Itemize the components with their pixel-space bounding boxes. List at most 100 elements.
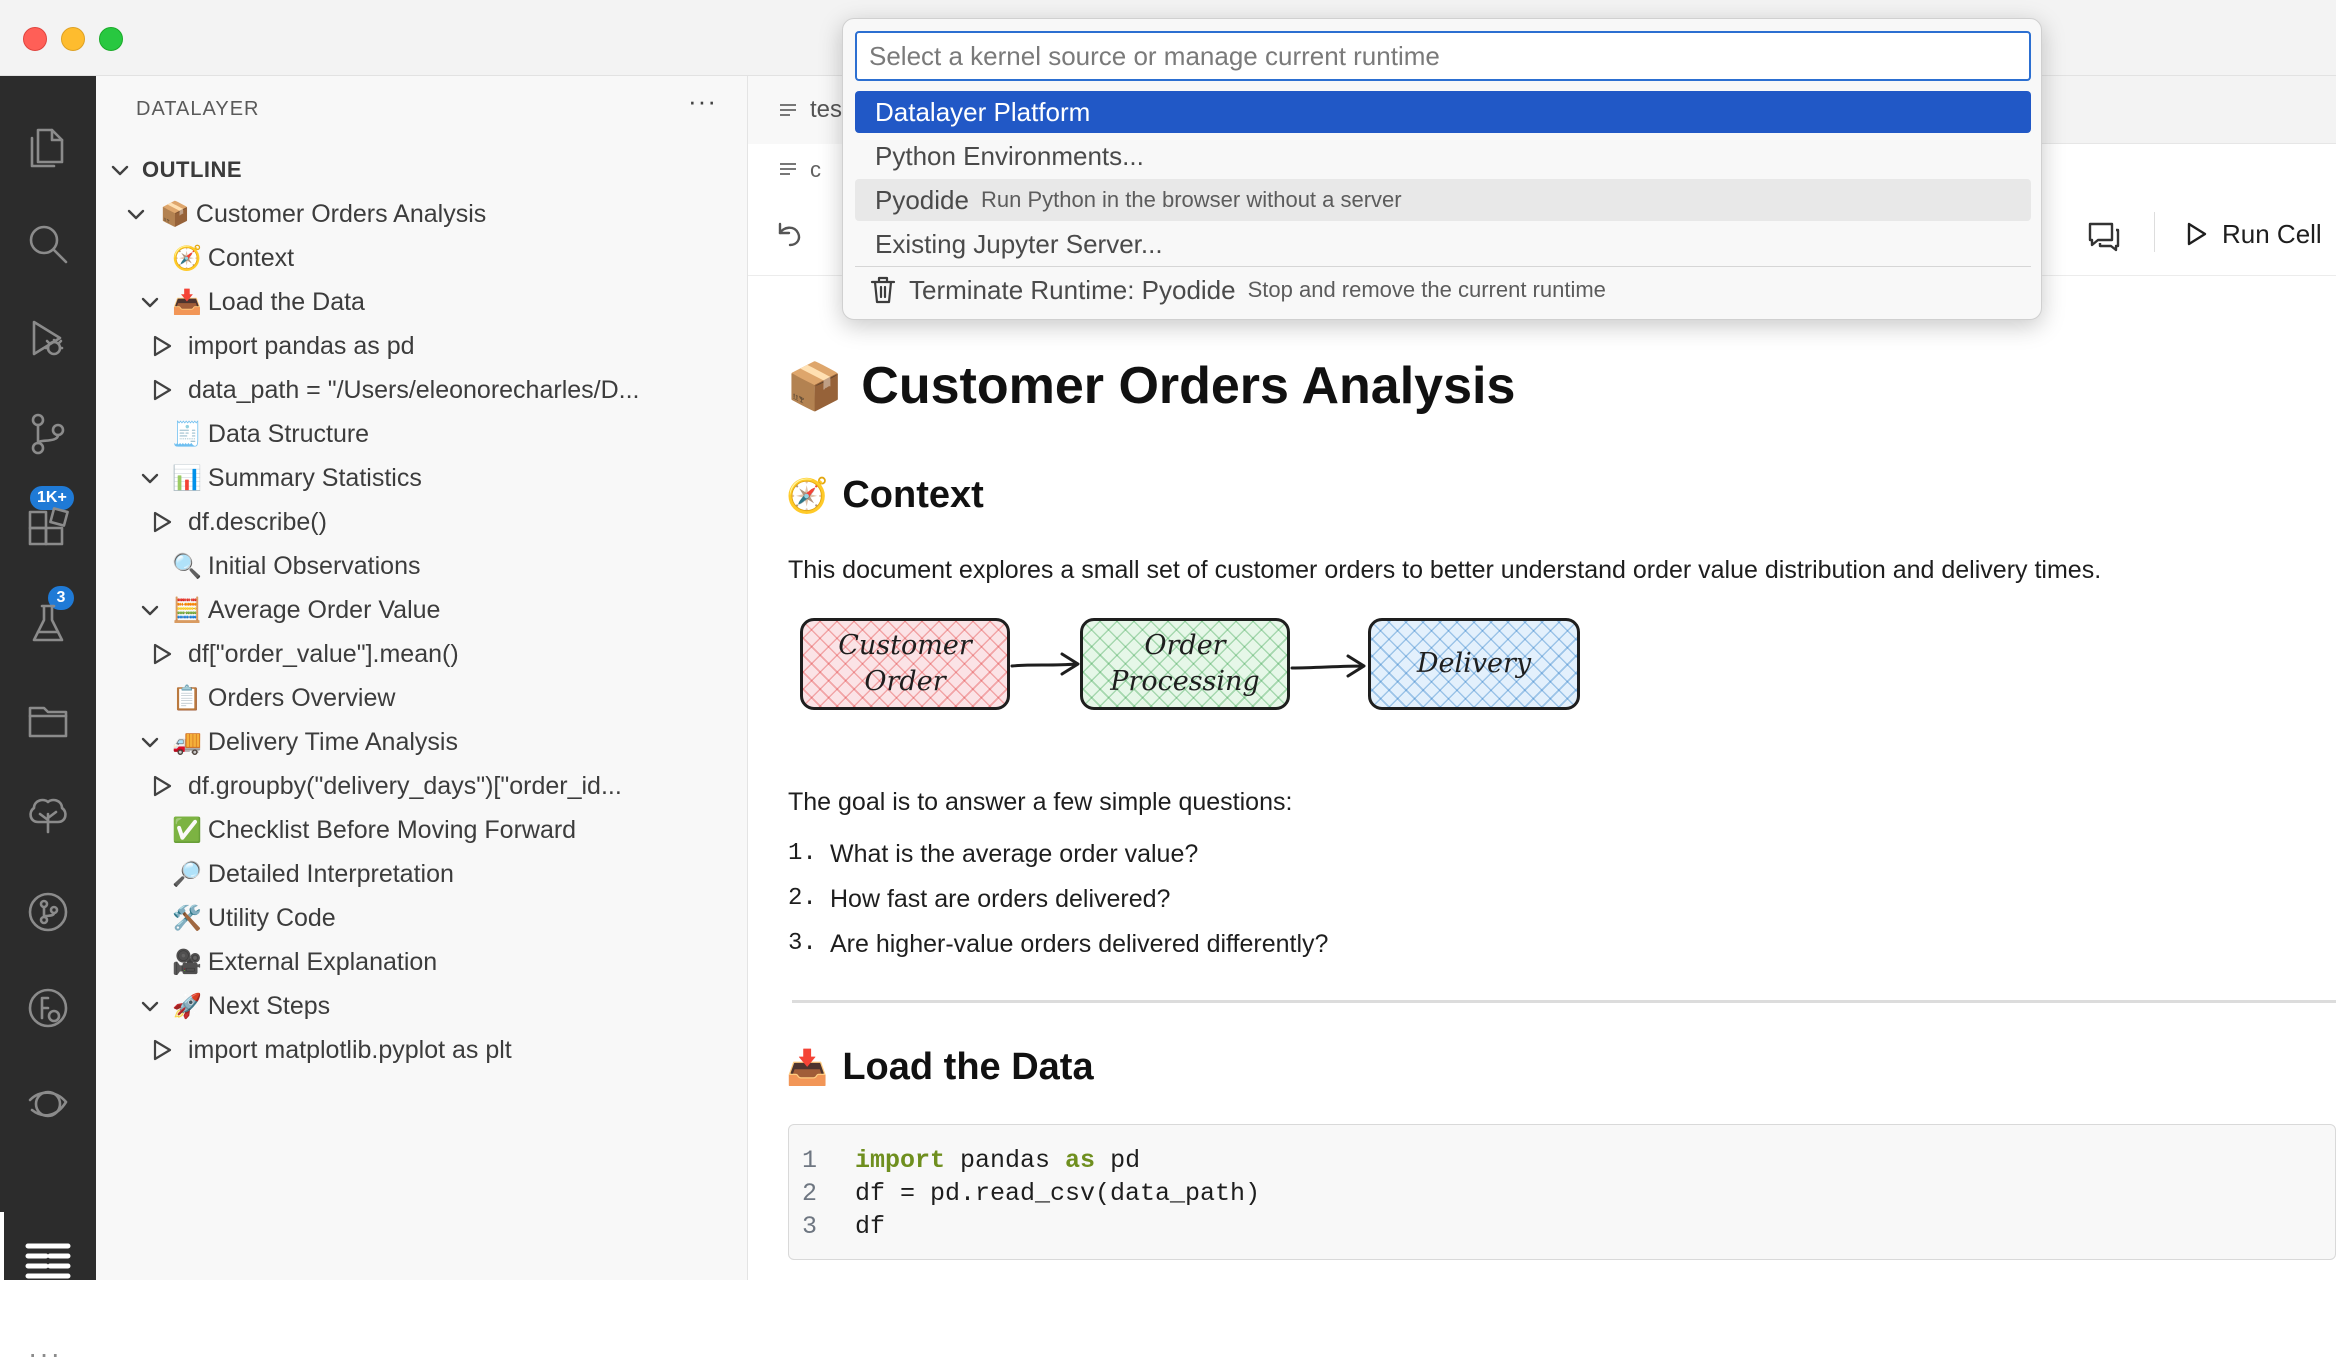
outline-item-external-explanation[interactable]: 🎥 External Explanation	[96, 940, 746, 984]
outline-item-customer-orders-analysis[interactable]: 📦 Customer Orders Analysis	[96, 192, 746, 236]
clipboard-emoji-icon: 📋	[172, 684, 202, 712]
outline-item-label: df.describe()	[188, 507, 327, 536]
search-icon[interactable]	[0, 196, 96, 292]
sidebar-more-button[interactable]: ···	[688, 86, 717, 117]
outline-item-label: import matplotlib.pyplot as plt	[188, 1035, 512, 1064]
run-cell-button[interactable]: Run Cell	[2182, 212, 2322, 256]
kernel-search-input[interactable]	[855, 31, 2031, 81]
outline-item-label: Summary Statistics	[207, 463, 422, 492]
magnifier-right-emoji-icon: 🔎	[172, 860, 202, 888]
truck-emoji-icon: 🚚	[172, 728, 202, 756]
outline-section-label: OUTLINE	[142, 157, 243, 182]
outline-item-label: import pandas as pd	[188, 331, 415, 360]
quick-pick-label: Datalayer Platform	[875, 96, 1091, 127]
package-emoji-icon: 📦	[786, 359, 844, 412]
code-text: pandas	[945, 1145, 1066, 1175]
workflow-diagram: Customer Order Order Processing Delivery	[800, 614, 1600, 724]
jupyter-icon[interactable]	[0, 1056, 96, 1152]
quick-pick-label: Pyodide	[875, 184, 969, 215]
tree-icon[interactable]	[0, 768, 96, 864]
outline-item-code-cell[interactable]: df.groupby("delivery_days")["order_id...	[96, 764, 746, 808]
kernel-quick-pick: Datalayer Platform Python Environments..…	[842, 18, 2042, 320]
extensions-icon[interactable]	[0, 482, 96, 578]
outline-item-code-cell[interactable]: import pandas as pd	[96, 324, 746, 368]
compass-emoji-icon: 🧭	[786, 476, 829, 515]
notebook-title: 📦 Customer Orders Analysis	[786, 356, 1515, 416]
outline-item-delivery-time-analysis[interactable]: 🚚 Delivery Time Analysis	[96, 720, 746, 764]
code-cell-editor[interactable]: 1 import pandas as pd 2 df = pd.read_csv…	[788, 1124, 2336, 1260]
outline-item-code-cell[interactable]: import matplotlib.pyplot as plt	[96, 1028, 746, 1072]
bar-chart-emoji-icon: 📊	[172, 464, 202, 492]
code-cell-play-icon	[148, 508, 176, 536]
code-line: 3 df	[789, 1209, 885, 1243]
list-text: Are higher-value orders delivered differ…	[830, 930, 1329, 958]
outline-item-checklist[interactable]: ✅ Checklist Before Moving Forward	[96, 808, 746, 852]
testing-flask-icon[interactable]	[0, 576, 96, 672]
tools-emoji-icon: 🛠️	[172, 904, 202, 932]
outline-item-summary-statistics[interactable]: 📊 Summary Statistics	[96, 456, 746, 500]
code-keyword: import	[855, 1145, 946, 1175]
undo-icon[interactable]	[770, 216, 806, 252]
source-control-icon[interactable]	[0, 386, 96, 482]
code-line: 2 df = pd.read_csv(data_path)	[789, 1176, 1260, 1210]
outline-item-data-structure[interactable]: 🧾 Data Structure	[96, 412, 746, 456]
notebook-title-text: Customer Orders Analysis	[861, 357, 1516, 415]
inbox-emoji-icon: 📥	[786, 1048, 829, 1087]
activity-bar: 1K+ 3 ···	[0, 76, 96, 1369]
abacus-emoji-icon: 🧮	[172, 596, 202, 624]
run-debug-icon[interactable]	[0, 290, 96, 386]
folder-icon[interactable]	[0, 672, 96, 768]
more-views-icon[interactable]: ···	[28, 1338, 62, 1370]
outline-item-initial-observations[interactable]: 🔍 Initial Observations	[96, 544, 746, 588]
window-maximize-button[interactable]	[99, 27, 123, 51]
outline-item-label: df.groupby("delivery_days")["order_id...	[188, 771, 622, 800]
camera-emoji-icon: 🎥	[172, 948, 202, 976]
receipt-emoji-icon: 🧾	[172, 420, 202, 448]
quick-pick-item-datalayer-platform[interactable]: Datalayer Platform	[855, 91, 2031, 133]
outline-item-detailed-interpretation[interactable]: 🔎 Detailed Interpretation	[96, 852, 746, 896]
outline-icon[interactable]	[0, 1212, 96, 1308]
list-number: 1.	[788, 840, 817, 867]
code-cell-play-icon	[148, 772, 176, 800]
outline-item-label: Utility Code	[207, 903, 336, 932]
outline-item-code-cell[interactable]: data_path = "/Users/eleonorecharles/D...	[96, 368, 746, 412]
run-cell-label: Run Cell	[2222, 218, 2322, 249]
window-close-button[interactable]	[23, 27, 47, 51]
package-emoji-icon: 📦	[160, 200, 190, 228]
quick-pick-item-python-environments[interactable]: Python Environments...	[855, 135, 2031, 177]
quick-pick-item-existing-jupyter-server[interactable]: Existing Jupyter Server...	[855, 223, 2031, 265]
remote-explorer-icon[interactable]	[0, 960, 96, 1056]
outline-item-code-cell[interactable]: df.describe()	[96, 500, 746, 544]
chevron-down-icon	[136, 992, 164, 1020]
outline-item-context[interactable]: 🧭 Context	[96, 236, 746, 280]
window-minimize-button[interactable]	[61, 27, 85, 51]
toolbar-separator	[2154, 212, 2155, 252]
line-number: 3	[801, 1211, 817, 1241]
inbox-emoji-icon: 📥	[172, 288, 202, 316]
outline-item-next-steps[interactable]: 🚀 Next Steps	[96, 984, 746, 1028]
outline-item-code-cell[interactable]: df["order_value"].mean()	[96, 632, 746, 676]
git-graph-icon[interactable]	[0, 864, 96, 960]
goal-paragraph: The goal is to answer a few simple quest…	[788, 788, 1293, 816]
quick-pick-item-pyodide[interactable]: Pyodide Run Python in the browser withou…	[855, 179, 2031, 221]
load-data-heading: 📥 Load the Data	[786, 1046, 1094, 1089]
chat-icon[interactable]	[2086, 218, 2122, 254]
explorer-icon[interactable]	[0, 100, 96, 196]
list-text: What is the average order value?	[830, 840, 1199, 868]
outline-item-orders-overview[interactable]: 📋 Orders Overview	[96, 676, 746, 720]
quick-pick-description: Run Python in the browser without a serv…	[980, 187, 1402, 212]
arrow-1	[1010, 652, 1080, 676]
list-text: How fast are orders delivered?	[830, 885, 1171, 913]
code-text: df	[855, 1211, 886, 1241]
quick-pick-item-terminate-runtime[interactable]: Terminate Runtime: Pyodide Stop and remo…	[855, 269, 2031, 311]
outline-item-average-order-value[interactable]: 🧮 Average Order Value	[96, 588, 746, 632]
line-number: 1	[801, 1145, 817, 1175]
list-number: 3.	[788, 930, 817, 957]
outline-section-header[interactable]: OUTLINE	[106, 152, 242, 188]
diagram-arrows	[1010, 652, 1366, 678]
notebook-content: 📦 Customer Orders Analysis 🧭 Context Thi…	[748, 276, 2336, 1280]
outline-item-utility-code[interactable]: 🛠️ Utility Code	[96, 896, 746, 940]
outline-item-label: Average Order Value	[207, 595, 441, 624]
outline-item-load-the-data[interactable]: 📥 Load the Data	[96, 280, 746, 324]
outline-item-label: Data Structure	[207, 419, 370, 448]
